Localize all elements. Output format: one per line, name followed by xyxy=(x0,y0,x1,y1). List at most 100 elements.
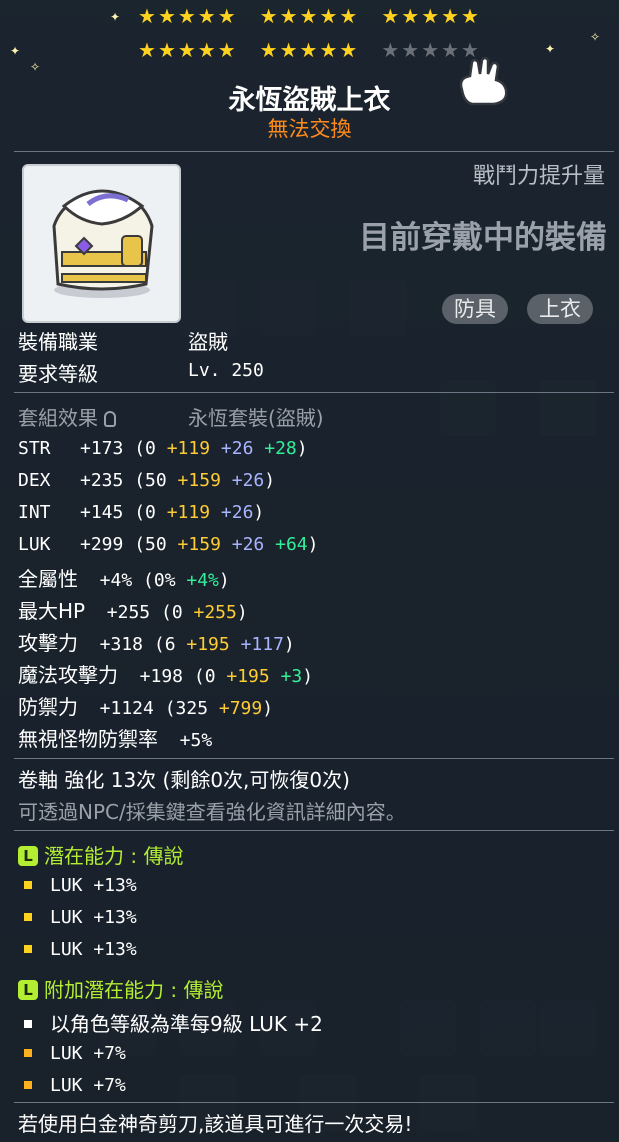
bullet-icon xyxy=(24,1048,32,1057)
sparkle-icon: ✦ xyxy=(545,42,556,56)
stat-starforce-bonus: +3 xyxy=(269,666,303,687)
stat-total: +173 xyxy=(80,438,124,459)
set-effect-row: 套組效果 永恆套裝(盜賊) xyxy=(18,402,324,431)
equipped-label: 目前穿戴中的裝備 xyxy=(359,220,607,256)
stat-base: (0 xyxy=(123,502,156,523)
stat-base: (0% xyxy=(132,570,176,591)
additional-potential-line: 以角色等級為準每9級 LUK +2 xyxy=(18,1008,323,1037)
scroll-upgrade-line: 卷軸 強化 13次 (剩餘0次,可恢復0次) xyxy=(18,768,350,792)
potential-header: L 潛在能力 : 傳說 xyxy=(18,840,183,869)
stat-name: LUK xyxy=(18,534,51,555)
stat-name: 最大HP xyxy=(18,599,86,623)
potential-title: 潛在能力 : 傳說 xyxy=(44,844,184,868)
job-row: 裝備職業 盜賊 xyxy=(18,326,228,355)
stat-row: 全屬性 +4% (0% +4%) xyxy=(18,563,230,592)
stat-values: +145 (0 +119 +26) xyxy=(80,502,264,523)
stat-row: LUK +299 (50 +159 +26 +64) xyxy=(18,531,318,555)
stat-values: +173 (0 +119 +26 +28) xyxy=(80,438,308,459)
tag-top: 上衣 xyxy=(527,294,593,324)
stat-close: ) xyxy=(262,698,274,719)
stat-close: ) xyxy=(264,470,276,491)
stat-row: 魔法攻擊力 +198 (0 +195 +3) xyxy=(18,659,313,688)
stat-close: ) xyxy=(236,602,248,623)
star-force-row-1: ★★★★★ ★★★★★ ★★★★★ xyxy=(138,4,481,28)
item-icon-frame xyxy=(22,164,181,323)
sparkle-icon: ✦ xyxy=(10,44,21,58)
stat-row: 無視怪物防禦率 +5% xyxy=(18,723,212,752)
stat-values: +198 (0 +195 +3) xyxy=(118,666,313,687)
stat-total: +255 xyxy=(85,602,151,623)
trade-status: 無法交換 xyxy=(267,117,352,141)
stat-base: (0 xyxy=(123,438,156,459)
stat-starforce-bonus: +28 xyxy=(253,438,297,459)
stat-values: +318 (6 +195 +117) xyxy=(78,634,295,655)
level-row: 要求等級 Lv. 250 xyxy=(18,358,264,387)
set-effect-value: 永恆套裝(盜賊) xyxy=(188,406,324,430)
star-force-row-2: ★★★★★ ★★★★★ ★★★★★ xyxy=(138,38,481,62)
stat-scroll-bonus: +255 xyxy=(182,602,237,623)
stat-row: 防禦力 +1124 (325 +799) xyxy=(18,691,273,720)
potential-line: LUK +13% xyxy=(18,907,137,928)
stat-flame-bonus: +117 xyxy=(229,634,284,655)
potential-line: LUK +13% xyxy=(18,939,137,960)
stat-close: ) xyxy=(296,438,308,459)
stat-values: +255 (0 +255) xyxy=(85,602,248,623)
stat-name: 攻擊力 xyxy=(18,631,78,655)
stat-values: +4% (0% +4%) xyxy=(78,570,230,591)
potential-line: LUK +13% xyxy=(18,875,137,896)
stat-total: +1124 xyxy=(78,698,154,719)
stat-scroll-bonus: +195 xyxy=(175,634,230,655)
lock-icon xyxy=(104,411,117,427)
stat-row: INT +145 (0 +119 +26) xyxy=(18,499,264,523)
stat-base: (0 xyxy=(183,666,216,687)
stat-name: 無視怪物防禦率 xyxy=(18,727,158,751)
stat-name: 全屬性 xyxy=(18,567,78,591)
bullet-icon xyxy=(24,1020,32,1028)
item-title: 永恆盜賊上衣 xyxy=(228,85,391,116)
stat-scroll-bonus: +799 xyxy=(208,698,263,719)
tag-armor: 防具 xyxy=(442,294,508,324)
stat-close: ) xyxy=(253,502,265,523)
combat-power-label: 戰鬥力提升量 xyxy=(472,164,605,189)
stat-values: +235 (50 +159 +26) xyxy=(80,470,275,491)
bullet-icon xyxy=(24,880,32,889)
stat-total: +198 xyxy=(118,666,184,687)
bullet-icon xyxy=(24,1080,32,1089)
stat-total: +235 xyxy=(80,470,124,491)
divider xyxy=(14,1102,614,1103)
stat-row: 最大HP +255 (0 +255) xyxy=(18,595,248,624)
stat-total: +5% xyxy=(158,730,213,751)
scroll-hint: 可透過NPC/採集鍵查看強化資訊詳細內容。 xyxy=(18,800,406,824)
level-label: 要求等級 xyxy=(18,362,98,386)
stat-close: ) xyxy=(218,570,230,591)
stat-starforce-bonus: +64 xyxy=(264,534,308,555)
stat-base: (50 xyxy=(123,470,167,491)
stat-row: STR +173 (0 +119 +26 +28) xyxy=(18,435,308,459)
additional-potential-title: 附加潛在能力 : 傳說 xyxy=(44,978,224,1002)
stat-scroll-bonus: +159 xyxy=(166,470,221,491)
stat-base: (0 xyxy=(150,602,183,623)
job-label: 裝備職業 xyxy=(18,330,98,354)
stat-row: 攻擊力 +318 (6 +195 +117) xyxy=(18,627,295,656)
stat-scroll-bonus: +119 xyxy=(155,438,211,459)
additional-potential-header: L 附加潛在能力 : 傳說 xyxy=(18,974,223,1003)
stat-flame-bonus: +26 xyxy=(220,470,265,491)
stat-close: ) xyxy=(283,634,295,655)
job-value: 盜賊 xyxy=(188,330,228,354)
divider xyxy=(14,151,614,152)
stat-flame-bonus: +26 xyxy=(220,534,265,555)
stat-total: +299 xyxy=(80,534,124,555)
stat-name: STR xyxy=(18,438,51,459)
stat-values: +299 (50 +159 +26 +64) xyxy=(80,534,318,555)
footer-note: 若使用白金神奇剪刀,該道具可進行一次交易! xyxy=(18,1112,413,1136)
stat-values: +5% xyxy=(158,730,213,751)
sparkle-icon: ✧ xyxy=(590,30,601,44)
legendary-badge-icon: L xyxy=(18,846,38,866)
stat-name: 防禦力 xyxy=(18,695,78,719)
additional-potential-line: LUK +7% xyxy=(18,1043,126,1064)
bullet-icon xyxy=(24,912,32,921)
level-value: Lv. 250 xyxy=(188,360,264,381)
stat-name: DEX xyxy=(18,470,51,491)
stat-scroll-bonus: +195 xyxy=(215,666,270,687)
stat-flame-bonus: +26 xyxy=(210,438,254,459)
